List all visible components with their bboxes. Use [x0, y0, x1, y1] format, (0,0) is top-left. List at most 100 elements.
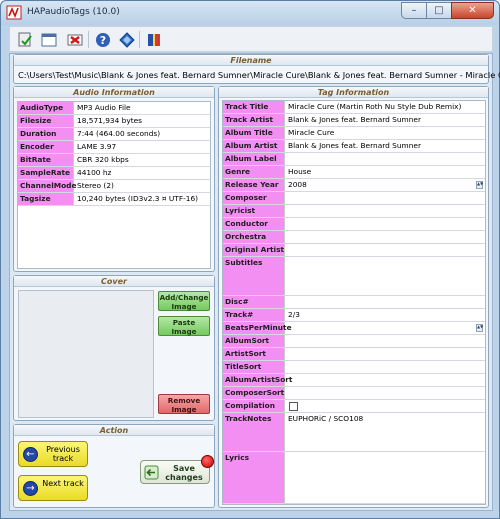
delete-tags-button[interactable] [66, 31, 84, 49]
tag-row: Track Title Miracle Cure (Martin Roth Nu … [223, 101, 485, 114]
field-label: Track Artist [223, 114, 285, 126]
tag-value-field[interactable]: 2008 [286, 179, 307, 191]
tag-row: Original Artist [223, 244, 485, 257]
field-label: BeatsPerMinute [223, 322, 292, 334]
close-button[interactable]: ✕ [451, 2, 494, 19]
field-value: 44100 hz [77, 168, 112, 177]
field-value: 18,571,934 bytes [77, 116, 143, 125]
field-label: Track# [223, 309, 285, 321]
book-icon [148, 34, 160, 46]
field-value: LAME 3.97 [77, 142, 117, 151]
save-changes-button[interactable]: Save changes [140, 460, 210, 484]
audio-row: AudioType MP3 Audio File [18, 102, 210, 115]
field-label: Release Year [223, 179, 285, 191]
field-label: AudioType [18, 102, 74, 114]
tag-value-field[interactable]: EUPHORiC / SCO108 [286, 413, 363, 425]
tag-row: ArtistSort [223, 348, 485, 361]
audio-info-grid: AudioType MP3 Audio File Filesize 18,571,93… [17, 101, 211, 269]
tag-row: Lyrics [223, 452, 485, 504]
settings-diamond-icon [119, 32, 135, 48]
tag-row: Genre House [223, 166, 485, 179]
tag-row: Release Year 2008 ▲▼ [223, 179, 485, 192]
audio-info-panel: Audio Information AudioType MP3 Audio Fil… [13, 86, 215, 272]
tag-info-title: Tag Information [219, 87, 488, 98]
app-window: HAPaudioTags (10.0) – □ ✕ ? Filename C:\… [0, 0, 500, 519]
tag-value-field[interactable]: Miracle Cure [286, 127, 334, 139]
cover-image-area[interactable] [18, 290, 154, 418]
window-button[interactable] [40, 31, 58, 49]
action-panel: Action ← Previous track → Next track Sav… [13, 424, 215, 508]
field-label: TitleSort [223, 361, 285, 373]
svg-text:?: ? [100, 34, 106, 47]
save-check-button[interactable] [16, 31, 34, 49]
field-label: Filesize [18, 115, 74, 127]
spinner-icon[interactable]: ▲▼ [476, 324, 483, 332]
remove-image-button[interactable]: Remove Image [158, 394, 210, 414]
cover-panel: Cover Add/Change Image Paste Image Remov… [13, 275, 215, 421]
tag-value-field[interactable]: House [286, 166, 311, 178]
tag-row: BeatsPerMinute ▲▼ [223, 322, 485, 335]
help-button[interactable]: ? [94, 31, 112, 49]
app-icon [6, 5, 22, 20]
paste-image-button[interactable]: Paste Image [158, 316, 210, 336]
filename-panel: Filename C:\Users\Test\Music\Blank & Jon… [13, 54, 500, 84]
field-label: Album Artist [223, 140, 285, 152]
tag-row: AlbumSort [223, 335, 485, 348]
field-label: BitRate [18, 154, 74, 166]
field-label: Disc# [223, 296, 285, 308]
tag-value-field[interactable]: 2/3 [286, 309, 300, 321]
tag-row: Compilation [223, 400, 485, 413]
previous-track-button[interactable]: ← Previous track [18, 441, 88, 467]
delete-tags-icon [67, 34, 83, 46]
arrow-left-icon: ← [23, 447, 38, 462]
book-button[interactable] [145, 31, 163, 49]
tag-row: Album Label [223, 153, 485, 166]
tag-value-field[interactable]: Blank & Jones feat. Bernard Sumner [286, 114, 421, 126]
field-label: Tagsize [18, 193, 74, 205]
audio-row: SampleRate 44100 hz [18, 167, 210, 180]
tag-value-field[interactable]: Blank & Jones feat. Bernard Sumner [286, 140, 421, 152]
tag-row: Track# 2/3 [223, 309, 485, 322]
audio-row: BitRate CBR 320 kbps [18, 154, 210, 167]
toolbar: ? [9, 26, 493, 52]
field-label: Lyricist [223, 205, 285, 217]
tag-row: Composer [223, 192, 485, 205]
settings-button[interactable] [118, 31, 136, 49]
field-label: Subtitles [223, 257, 285, 295]
audio-row: Duration 7:44 (464.00 seconds) [18, 128, 210, 141]
tag-row: Orchestra [223, 231, 485, 244]
tag-row: TitleSort [223, 361, 485, 374]
field-label: Lyrics [223, 452, 285, 503]
field-label: Duration [18, 128, 74, 140]
next-track-button[interactable]: → Next track [18, 475, 88, 501]
tag-row: Conductor [223, 218, 485, 231]
tag-value-field[interactable]: Miracle Cure (Martin Roth Nu Style Dub R… [286, 101, 461, 113]
close-icon: ✕ [468, 5, 477, 16]
add-change-image-button[interactable]: Add/Change Image [158, 291, 210, 311]
tag-row: Track Artist Blank & Jones feat. Bernard … [223, 114, 485, 127]
field-value: MP3 Audio File [77, 103, 131, 112]
tag-row: Subtitles [223, 257, 485, 296]
field-value: 10,240 bytes (ID3v2.3 ¤ UTF-16) [77, 194, 199, 203]
previous-track-label: Previous track [46, 445, 80, 463]
title-bar[interactable]: HAPaudioTags (10.0) – □ ✕ [1, 1, 499, 25]
save-changes-label: Save changes [165, 464, 203, 482]
field-label: Album Label [223, 153, 285, 165]
minimize-button[interactable]: – [401, 2, 427, 19]
spinner-icon[interactable]: ▲▼ [476, 181, 483, 189]
field-label: Compilation [223, 400, 285, 412]
next-track-label: Next track [42, 479, 84, 488]
field-value: Stereo (2) [77, 181, 114, 190]
field-label: ChannelMode [18, 180, 77, 192]
tag-row: ComposerSort [223, 387, 485, 400]
audio-info-title: Audio Information [14, 87, 214, 98]
tag-row: TrackNotes EUPHORiC / SCO108 [223, 413, 485, 452]
audio-row: Filesize 18,571,934 bytes [18, 115, 210, 128]
compilation-checkbox[interactable] [289, 402, 298, 411]
filename-title: Filename [14, 55, 488, 66]
maximize-button[interactable]: □ [426, 2, 452, 19]
field-label: SampleRate [18, 167, 74, 179]
field-value: 7:44 (464.00 seconds) [77, 129, 161, 138]
field-label: Orchestra [223, 231, 285, 243]
field-label: Track Title [223, 101, 285, 113]
